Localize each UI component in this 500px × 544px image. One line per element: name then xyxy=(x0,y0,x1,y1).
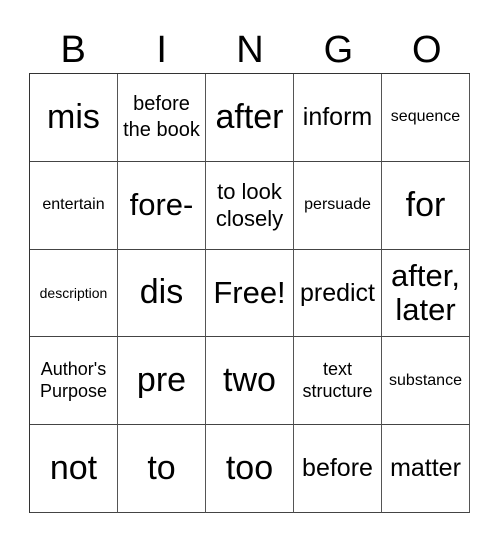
bingo-cell[interactable]: entertain xyxy=(30,161,118,250)
bingo-cell[interactable]: not xyxy=(30,425,118,513)
bingo-cell[interactable]: to xyxy=(118,425,206,513)
bingo-cell[interactable]: to look closely xyxy=(206,161,294,250)
bingo-cell[interactable]: before the book xyxy=(118,74,206,162)
bingo-cell[interactable]: for xyxy=(382,161,470,250)
header-letter-g: G xyxy=(323,29,354,71)
header-letter-b: B xyxy=(60,29,86,71)
header-letter-n: N xyxy=(236,29,264,71)
bingo-cell[interactable]: persuade xyxy=(294,161,382,250)
bingo-cell[interactable]: mis xyxy=(30,74,118,162)
bingo-cell[interactable]: pre xyxy=(118,337,206,426)
bingo-cell[interactable]: two xyxy=(206,337,294,426)
bingo-cell[interactable]: after xyxy=(206,74,294,162)
bingo-cell[interactable]: predict xyxy=(294,249,382,338)
bingo-header: B I N G O xyxy=(29,28,471,73)
bingo-cell[interactable]: substance xyxy=(382,337,470,426)
free-space-cell[interactable]: Free! xyxy=(206,249,294,338)
bingo-cell[interactable]: matter xyxy=(382,425,470,513)
bingo-cell[interactable]: sequence xyxy=(382,74,470,162)
bingo-cell[interactable]: too xyxy=(206,425,294,513)
header-letter-o: O xyxy=(412,29,442,71)
bingo-cell[interactable]: text structure xyxy=(294,337,382,426)
bingo-cell[interactable]: inform xyxy=(294,74,382,162)
bingo-cell[interactable]: after, later xyxy=(382,249,470,338)
bingo-cell[interactable]: Author's Purpose xyxy=(30,337,118,426)
bingo-cell[interactable]: before xyxy=(294,425,382,513)
bingo-cell[interactable]: fore- xyxy=(118,161,206,250)
header-letter-i: I xyxy=(156,29,167,71)
bingo-cell[interactable]: dis xyxy=(118,249,206,338)
bingo-cell[interactable]: description xyxy=(30,249,118,338)
bingo-grid: mis before the book after inform sequenc… xyxy=(29,73,470,513)
